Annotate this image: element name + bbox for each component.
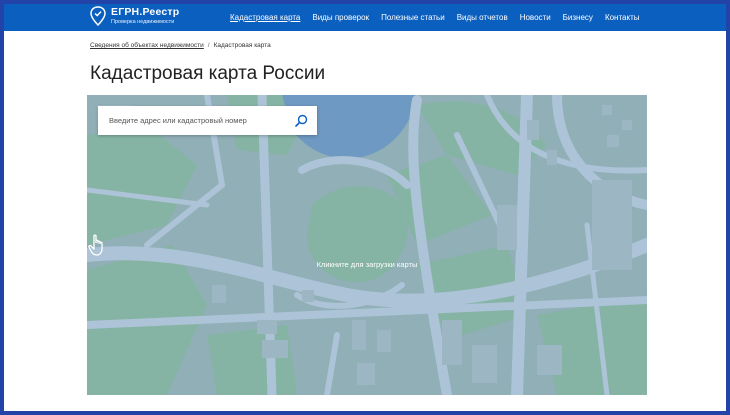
breadcrumb-separator: / <box>207 42 210 49</box>
map-pin-logo-icon <box>90 6 106 27</box>
nav-item-articles[interactable]: Полезные статьи <box>381 13 445 22</box>
logo-title: ЕГРН.Реестр <box>111 5 180 18</box>
breadcrumb-link[interactable]: Сведения об объектах недвижимости <box>90 42 204 49</box>
breadcrumb-current: Кадастровая карта <box>213 42 271 49</box>
map-placeholder[interactable]: Кликните для загрузки карты <box>87 95 647 395</box>
hand-pointer-icon <box>88 233 377 257</box>
nav-item-news[interactable]: Новости <box>520 13 551 22</box>
nav-item-report-types[interactable]: Виды отчетов <box>457 13 508 22</box>
main-nav: Кадастровая карта Виды проверок Полезные… <box>230 4 652 31</box>
address-search-input[interactable] <box>107 115 291 126</box>
logo[interactable]: ЕГРН.Реестр Проверка недвижимости <box>90 5 180 27</box>
breadcrumb: Сведения об объектах недвижимости / Кадаст… <box>90 42 271 49</box>
map-load-hint[interactable]: Кликните для загрузки карты <box>87 233 647 269</box>
nav-item-cadastral-map[interactable]: Кадастровая карта <box>230 13 300 22</box>
browser-frame: ЕГРН.Реестр Проверка недвижимости Кадаст… <box>0 0 730 415</box>
logo-subtitle: Проверка недвижимости <box>111 18 175 25</box>
map-search-box <box>98 106 317 135</box>
page-title: Кадастровая карта России <box>90 63 326 84</box>
search-icon[interactable] <box>295 114 308 127</box>
site-header: ЕГРН.Реестр Проверка недвижимости Кадаст… <box>4 4 726 31</box>
nav-item-check-types[interactable]: Виды проверок <box>312 13 369 22</box>
map-hint-text: Кликните для загрузки карты <box>316 260 418 269</box>
nav-item-business[interactable]: Бизнесу <box>563 13 593 22</box>
nav-item-contacts[interactable]: Контакты <box>605 13 640 22</box>
